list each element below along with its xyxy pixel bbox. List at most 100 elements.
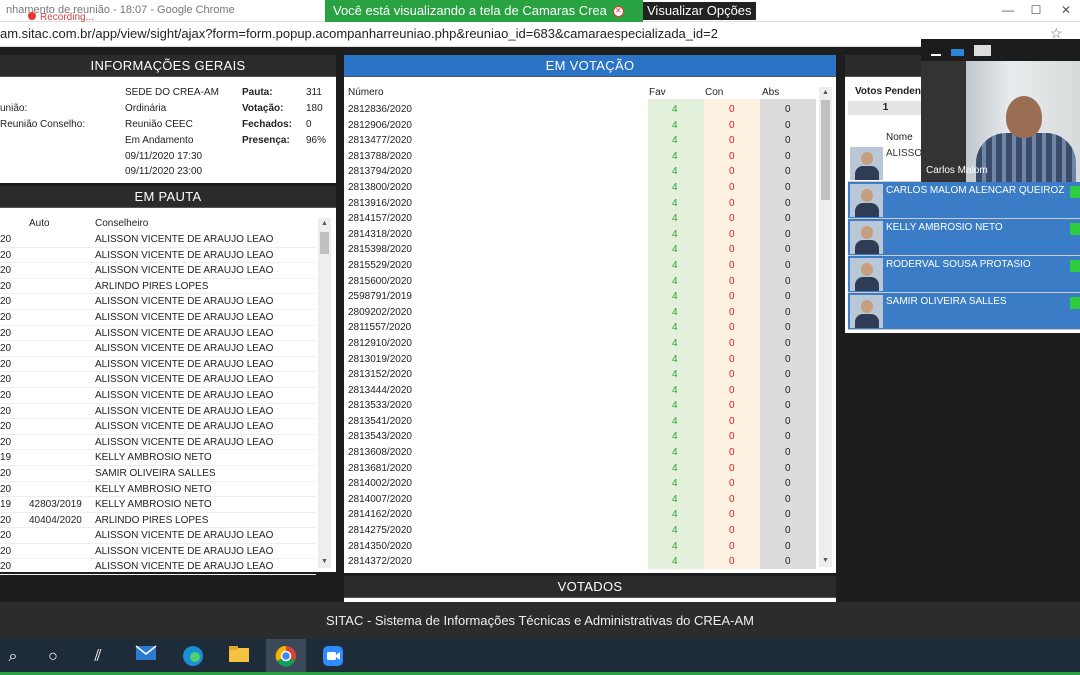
pauta-row[interactable]: 20 ALISSON VICENTE DE ARAUJO LEAO [0, 372, 316, 388]
minimize-icon[interactable]: — [1000, 3, 1016, 17]
scroll-down-icon[interactable]: ▼ [819, 555, 832, 567]
votacao-abs: 0 [785, 369, 791, 381]
pauta-row[interactable]: 20 ALISSON VICENTE DE ARAUJO LEAO [0, 544, 316, 560]
pauta-row[interactable]: 20 KELLY AMBROSIO NETO [0, 482, 316, 498]
expand-video-icon[interactable] [974, 45, 991, 56]
webcam-thumbnail[interactable]: Carlos Malom [921, 39, 1080, 182]
info-label-reuniao-conselho: Reunião Conselho: [0, 119, 86, 130]
scroll-up-icon[interactable]: ▲ [819, 87, 832, 99]
votacao-abs: 0 [785, 166, 791, 178]
chrome-icon[interactable] [273, 645, 299, 669]
search-icon[interactable]: ⌕ [0, 645, 26, 669]
mail-icon[interactable] [133, 645, 159, 669]
votacao-fav: 4 [672, 181, 678, 193]
pauta-row[interactable]: 20 ALISSON VICENTE DE ARAUJO LEAO [0, 357, 316, 373]
votacao-numero: 2812906/2020 [348, 119, 412, 131]
zoom-icon[interactable] [320, 645, 346, 669]
pauta-row[interactable]: 20 ALISSON VICENTE DE ARAUJO LEAO [0, 528, 316, 544]
votacao-row[interactable]: 2809202/2020 4 0 0 [344, 305, 820, 321]
votacao-row[interactable]: 2813533/2020 4 0 0 [344, 398, 820, 414]
scroll-up-icon[interactable]: ▲ [318, 218, 331, 230]
pauta-row[interactable]: 20 ALISSON VICENTE DE ARAUJO LEAO [0, 435, 316, 451]
votacao-row[interactable]: 2813444/2020 4 0 0 [344, 383, 820, 399]
scroll-thumb[interactable] [821, 100, 830, 200]
maximize-icon[interactable]: ☐ [1028, 3, 1044, 17]
votacao-row[interactable]: 2814002/2020 4 0 0 [344, 476, 820, 492]
pauta-scrollbar[interactable]: ▲ ▼ [318, 218, 331, 568]
pauta-row[interactable]: 20 ARLINDO PIRES LOPES [0, 279, 316, 295]
task-view-icon[interactable]: ○ [40, 645, 66, 669]
votacao-row[interactable]: 2598791/2019 4 0 0 [344, 289, 820, 305]
video-layout-icon[interactable] [951, 49, 964, 56]
votacao-row[interactable]: 2813152/2020 4 0 0 [344, 367, 820, 383]
pauta-row[interactable]: 20 ALISSON VICENTE DE ARAUJO LEAO [0, 388, 316, 404]
votacao-numero: 2814002/2020 [348, 478, 412, 490]
votacao-numero: 2814275/2020 [348, 525, 412, 537]
pauta-row[interactable]: 20 ALISSON VICENTE DE ARAUJO LEAO [0, 232, 316, 248]
pauta-row[interactable]: 20 ALISSON VICENTE DE ARAUJO LEAO [0, 310, 316, 326]
votacao-row[interactable]: 2814275/2020 4 0 0 [344, 523, 820, 539]
votacao-row[interactable]: 2813800/2020 4 0 0 [344, 180, 820, 196]
minimize-video-icon[interactable] [931, 54, 941, 56]
pauta-row[interactable]: 19 KELLY AMBROSIO NETO [0, 450, 316, 466]
pauta-row[interactable]: 20 ALISSON VICENTE DE ARAUJO LEAO [0, 294, 316, 310]
stat-fechados-label: Fechados: [242, 119, 293, 130]
pauta-row[interactable]: 20 ALISSON VICENTE DE ARAUJO LEAO [0, 341, 316, 357]
votacao-row[interactable]: 2813543/2020 4 0 0 [344, 429, 820, 445]
votacao-row[interactable]: 2813541/2020 4 0 0 [344, 414, 820, 430]
view-options-button[interactable]: Visualizar Opções [643, 2, 756, 20]
pauta-row[interactable]: 19 42803/2019 KELLY AMBROSIO NETO [0, 497, 316, 513]
scroll-thumb[interactable] [320, 232, 329, 254]
votados-panel[interactable]: VOTADOS [344, 576, 836, 602]
pauta-year: 19 [0, 452, 12, 464]
votacao-fav: 4 [672, 353, 678, 365]
pauta-conselheiro: ARLINDO PIRES LOPES [95, 514, 209, 526]
edge-icon[interactable] [180, 645, 206, 669]
votacao-row[interactable]: 2814007/2020 4 0 0 [344, 492, 820, 508]
pauta-row[interactable]: 20 ALISSON VICENTE DE ARAUJO LEAO [0, 419, 316, 435]
votacao-row[interactable]: 2812836/2020 4 0 0 [344, 102, 820, 118]
votacao-numero: 2813543/2020 [348, 431, 412, 443]
votacao-con: 0 [729, 213, 735, 225]
votacao-row[interactable]: 2812910/2020 4 0 0 [344, 336, 820, 352]
votacao-row[interactable]: 2814318/2020 4 0 0 [344, 227, 820, 243]
pauta-conselheiro: ALISSON VICENTE DE ARAUJO LEAO [95, 374, 274, 386]
pauta-row[interactable]: 20 ALISSON VICENTE DE ARAUJO LEAO [0, 559, 316, 576]
pauta-row[interactable]: 20 ALISSON VICENTE DE ARAUJO LEAO [0, 248, 316, 264]
votacao-row[interactable]: 2813608/2020 4 0 0 [344, 445, 820, 461]
pauta-list[interactable]: 20 ALISSON VICENTE DE ARAUJO LEAO 20 ALISSO… [0, 232, 316, 576]
votacao-row[interactable]: 2813477/2020 4 0 0 [344, 133, 820, 149]
votacao-row[interactable]: 2812906/2020 4 0 0 [344, 118, 820, 134]
address-bar[interactable]: am.sitac.com.br/app/view/sight/ajax?form… [0, 22, 1080, 47]
pauta-row[interactable]: 20 40404/2020 ARLINDO PIRES LOPES [0, 513, 316, 529]
votacao-row[interactable]: 2813788/2020 4 0 0 [344, 149, 820, 165]
votacao-list[interactable]: 2812836/2020 4 0 0 2812906/2020 4 0 0 2813477/20… [344, 102, 820, 570]
votacao-scrollbar[interactable]: ▲ ▼ [819, 87, 832, 567]
votacao-row[interactable]: 2815600/2020 4 0 0 [344, 274, 820, 290]
widgets-icon[interactable]: ⫽ [85, 645, 111, 669]
votacao-row[interactable]: 2813681/2020 4 0 0 [344, 461, 820, 477]
pauta-row[interactable]: 20 ALISSON VICENTE DE ARAUJO LEAO [0, 326, 316, 342]
pauta-row[interactable]: 20 ALISSON VICENTE DE ARAUJO LEAO [0, 404, 316, 420]
stop-share-icon[interactable]: ✕ [612, 6, 624, 18]
pauta-row[interactable]: 20 ALISSON VICENTE DE ARAUJO LEAO [0, 263, 316, 279]
votacao-row[interactable]: 2811557/2020 4 0 0 [344, 320, 820, 336]
votacao-row[interactable]: 2813019/2020 4 0 0 [344, 352, 820, 368]
file-explorer-icon[interactable] [226, 645, 252, 669]
votacao-row[interactable]: 2814162/2020 4 0 0 [344, 507, 820, 523]
votacao-row[interactable]: 2813916/2020 4 0 0 [344, 196, 820, 212]
votacao-row[interactable]: 2814350/2020 4 0 0 [344, 539, 820, 555]
votacao-row[interactable]: 2814157/2020 4 0 0 [344, 211, 820, 227]
url-text[interactable]: am.sitac.com.br/app/view/sight/ajax?form… [0, 26, 718, 41]
pauta-year: 20 [0, 421, 12, 433]
pauta-heading: EM PAUTA [0, 186, 336, 208]
pauta-year: 20 [0, 545, 12, 557]
pauta-row[interactable]: 20 SAMIR OLIVEIRA SALLES [0, 466, 316, 482]
close-icon[interactable]: ✕ [1058, 3, 1074, 17]
votacao-row[interactable]: 2814372/2020 4 0 0 [344, 554, 820, 570]
votacao-row[interactable]: 2815529/2020 4 0 0 [344, 258, 820, 274]
votacao-row[interactable]: 2815398/2020 4 0 0 [344, 242, 820, 258]
votacao-numero: 2814157/2020 [348, 213, 412, 225]
scroll-down-icon[interactable]: ▼ [318, 556, 331, 568]
votacao-row[interactable]: 2813794/2020 4 0 0 [344, 164, 820, 180]
